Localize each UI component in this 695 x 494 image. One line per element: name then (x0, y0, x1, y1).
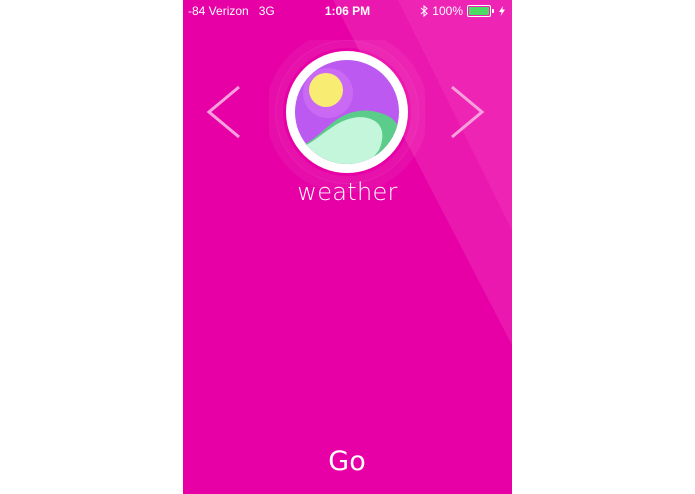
next-button[interactable] (448, 84, 488, 140)
go-button[interactable]: Go (297, 440, 397, 484)
charging-bolt-icon (499, 6, 505, 16)
phone-screen: -84 Verizon 3G 1:06 PM 100% weather Go (183, 0, 512, 494)
carousel-item-label: weather (297, 178, 398, 206)
status-bar: -84 Verizon 3G 1:06 PM 100% (183, 0, 512, 22)
chevron-left-icon (206, 85, 240, 139)
battery-fill (469, 7, 489, 15)
weather-app-button[interactable] (266, 31, 428, 196)
weather-icon (266, 31, 428, 193)
battery-tip (492, 9, 494, 13)
page: -84 Verizon 3G 1:06 PM 100% weather Go (0, 0, 695, 494)
chevron-right-icon (451, 85, 485, 139)
battery-percent: 100% (432, 4, 463, 18)
bluetooth-icon (420, 5, 429, 17)
prev-button[interactable] (203, 84, 243, 140)
battery-body (467, 5, 491, 17)
battery-icon (467, 5, 494, 17)
status-right-group: 100% (420, 3, 505, 19)
